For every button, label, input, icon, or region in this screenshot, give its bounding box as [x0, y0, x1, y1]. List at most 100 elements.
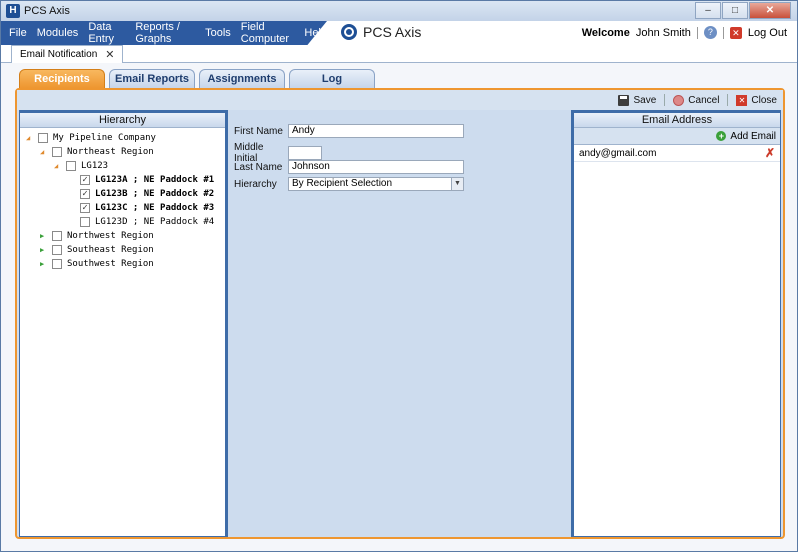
doc-tab-label: Email Notification: [20, 49, 98, 60]
checkbox[interactable]: [38, 133, 48, 143]
menu-reports-graphs[interactable]: Reports / Graphs: [135, 21, 195, 45]
close-window-button[interactable]: ✕: [749, 2, 791, 19]
checkbox-checked[interactable]: ✓: [80, 189, 90, 199]
logout-icon[interactable]: ✕: [729, 26, 742, 39]
tree-node[interactable]: LG123D ; NE Paddock #4: [20, 215, 225, 229]
last-name-input[interactable]: Johnson: [288, 160, 464, 174]
expand-arrow-icon[interactable]: ▶: [40, 232, 48, 240]
cancel-icon: [673, 94, 685, 106]
tree-node[interactable]: ◢ LG123: [20, 159, 225, 173]
menu-bar: File Modules Data Entry Reports / Graphs…: [1, 21, 797, 45]
tree-node-label: LG123A ; NE Paddock #1: [95, 175, 215, 185]
user-name: John Smith: [635, 26, 691, 39]
recipient-form: First Name Andy Middle Initial Last Name…: [228, 110, 571, 537]
hierarchy-select[interactable]: By Recipient Selection ▼: [288, 177, 464, 191]
delete-icon[interactable]: ✗: [765, 146, 775, 160]
tree-node-label: Southwest Region: [67, 259, 154, 269]
save-button[interactable]: Save: [618, 94, 657, 106]
checkbox-checked[interactable]: ✓: [80, 203, 90, 213]
checkbox[interactable]: [80, 217, 90, 227]
brand-name: PCS Axis: [363, 24, 422, 40]
tab-log[interactable]: Log: [289, 69, 375, 88]
add-email-button[interactable]: + Add Email: [574, 128, 780, 145]
close-tab-icon[interactable]: ✕: [105, 48, 114, 61]
hierarchy-header: Hierarchy: [20, 113, 225, 128]
email-address: andy@gmail.com: [579, 147, 657, 159]
collapse-arrow-icon[interactable]: ◢: [40, 148, 48, 156]
tree-node[interactable]: ✓ LG123C ; NE Paddock #3: [20, 201, 225, 215]
user-bar: Welcome John Smith ? ✕ Log Out: [582, 26, 787, 39]
close-button[interactable]: ✕ Close: [736, 94, 777, 106]
collapse-arrow-icon[interactable]: ◢: [26, 134, 34, 142]
expand-arrow-icon[interactable]: ▶: [40, 246, 48, 254]
divider: [722, 26, 724, 39]
app-icon: H: [6, 4, 20, 18]
doc-tab-email-notification[interactable]: Email Notification ✕: [11, 45, 124, 63]
menu-modules[interactable]: Modules: [37, 27, 79, 39]
cancel-button[interactable]: Cancel: [673, 94, 719, 106]
tree-node-label: LG123C ; NE Paddock #3: [95, 203, 215, 213]
toolbar: Save Cancel ✕ Close: [17, 90, 783, 110]
tree-node-label: My Pipeline Company: [53, 133, 156, 143]
tree-node[interactable]: ◢ My Pipeline Company: [20, 131, 225, 145]
hierarchy-row: Hierarchy By Recipient Selection ▼: [234, 177, 464, 191]
tree-node[interactable]: ▶ Northwest Region: [20, 229, 225, 243]
last-name-label: Last Name: [234, 161, 283, 173]
first-name-label: First Name: [234, 125, 283, 137]
main-content: Recipients Email Reports Assignments Log…: [1, 63, 797, 551]
save-label: Save: [633, 94, 657, 106]
menu-help[interactable]: Help: [304, 27, 327, 39]
tree-node-label: Northeast Region: [67, 147, 154, 157]
document-tabs: Email Notification ✕: [1, 45, 797, 63]
divider: [727, 94, 729, 106]
checkbox[interactable]: [52, 259, 62, 269]
checkbox[interactable]: [52, 245, 62, 255]
logout-link[interactable]: Log Out: [748, 27, 787, 39]
first-name-row: First Name Andy: [234, 124, 464, 138]
email-list-item[interactable]: andy@gmail.com ✗: [574, 145, 780, 162]
recipients-panel: Save Cancel ✕ Close Hierarchy ◢ My Pipel…: [15, 88, 785, 539]
collapse-arrow-icon[interactable]: ◢: [54, 162, 62, 170]
menu-tools[interactable]: Tools: [205, 27, 231, 39]
menu-field-computer[interactable]: Field Computer: [241, 21, 295, 45]
add-email-label: Add Email: [730, 130, 776, 142]
close-label: Close: [751, 94, 777, 106]
tree-node[interactable]: ✓ LG123B ; NE Paddock #2: [20, 187, 225, 201]
menu-file[interactable]: File: [9, 27, 27, 39]
hierarchy-panel: Hierarchy ◢ My Pipeline Company ◢ Northe…: [19, 110, 226, 537]
checkbox-checked[interactable]: ✓: [80, 175, 90, 185]
tree-node-label: Northwest Region: [67, 231, 154, 241]
expand-arrow-icon[interactable]: ▶: [40, 260, 48, 268]
welcome-label: Welcome: [581, 26, 630, 39]
checkbox[interactable]: [52, 147, 62, 157]
email-header: Email Address: [574, 113, 780, 128]
brand: PCS Axis: [341, 24, 421, 40]
tab-strip: Recipients Email Reports Assignments Log: [19, 69, 375, 88]
tree-node[interactable]: ▶ Southwest Region: [20, 257, 225, 271]
menu-data-entry[interactable]: Data Entry: [88, 21, 125, 45]
email-panel: Email Address + Add Email andy@gmail.com…: [573, 110, 781, 537]
chevron-down-icon[interactable]: ▼: [451, 178, 463, 190]
maximize-button[interactable]: □: [722, 2, 748, 19]
last-name-row: Last Name Johnson: [234, 160, 464, 174]
middle-initial-input[interactable]: [288, 146, 322, 160]
add-icon: +: [716, 131, 727, 141]
help-icon[interactable]: ?: [703, 26, 717, 39]
tree-node-label: Southeast Region: [67, 245, 154, 255]
divider: [664, 94, 666, 106]
tree-node[interactable]: ▶ Southeast Region: [20, 243, 225, 257]
checkbox[interactable]: [66, 161, 76, 171]
checkbox[interactable]: [52, 231, 62, 241]
app-window: H PCS Axis – □ ✕ File Modules Data Entry…: [0, 0, 798, 552]
tab-recipients[interactable]: Recipients: [19, 69, 105, 88]
tree-node[interactable]: ✓ LG123A ; NE Paddock #1: [20, 173, 225, 187]
hierarchy-tree: ◢ My Pipeline Company ◢ Northeast Region…: [20, 128, 225, 271]
window-title: PCS Axis: [24, 5, 70, 17]
first-name-input[interactable]: Andy: [288, 124, 464, 138]
tree-node[interactable]: ◢ Northeast Region: [20, 145, 225, 159]
tab-email-reports[interactable]: Email Reports: [109, 69, 195, 88]
pcs-logo-icon: [341, 24, 357, 40]
tab-assignments[interactable]: Assignments: [199, 69, 285, 88]
minimize-button[interactable]: –: [695, 2, 721, 19]
hierarchy-label: Hierarchy: [234, 178, 277, 190]
